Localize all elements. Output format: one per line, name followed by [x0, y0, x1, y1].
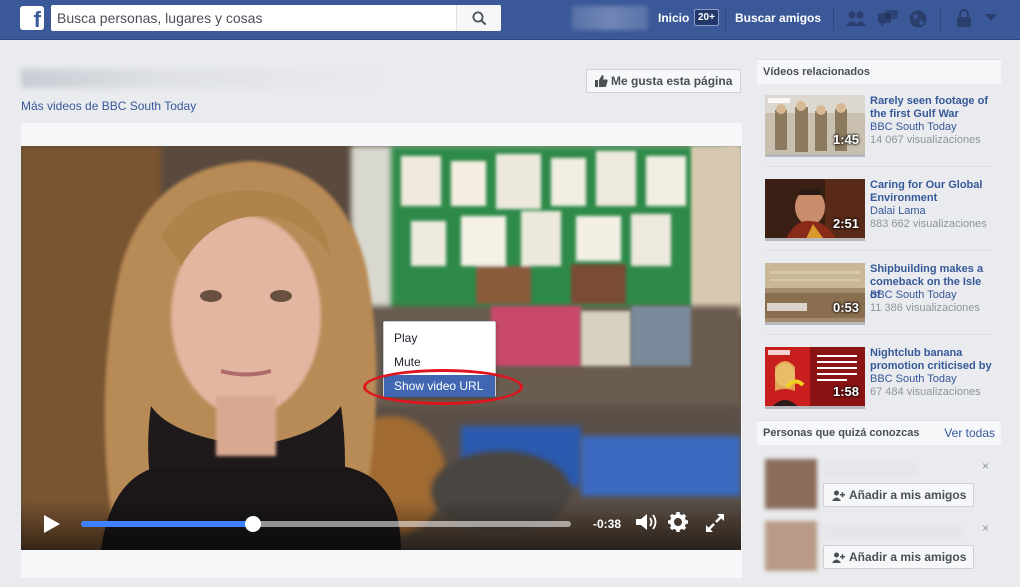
volume-icon[interactable] [635, 512, 659, 532]
nav-divider [833, 8, 834, 30]
divider [765, 250, 993, 251]
search-box [51, 5, 501, 31]
video-duration: 0:53 [832, 300, 859, 315]
top-navigation-bar: f Inicio 20+ Buscar amigos [0, 0, 1020, 40]
add-friend-label: Añadir a mis amigos [849, 550, 967, 564]
related-video-views: 14 067 visualizaciones [870, 134, 981, 146]
see-all-link[interactable]: Ver todas [944, 426, 995, 440]
menu-item-mute[interactable]: Mute [384, 351, 495, 373]
related-video-channel[interactable]: BBC South Today [870, 373, 957, 385]
nav-find-friends-link[interactable]: Buscar amigos [735, 11, 821, 25]
nav-divider [725, 8, 726, 30]
video-thumbnail[interactable]: 1:58 [765, 347, 865, 409]
add-friend-label: Añadir a mis amigos [849, 488, 967, 502]
related-video-item[interactable]: 2:51 Caring for Our Global Environment D… [765, 179, 993, 241]
related-video-item[interactable]: 0:53 Shipbuilding makes a comeback on th… [765, 263, 993, 325]
search-icon [472, 11, 487, 26]
video-context-menu: Play Mute Show video URL [383, 321, 496, 397]
related-video-channel[interactable]: Dalai Lama [870, 205, 926, 217]
add-friend-button[interactable]: Añadir a mis amigos [823, 483, 974, 507]
more-videos-link[interactable]: Más videos de BBC South Today [21, 99, 196, 113]
add-friend-icon [832, 490, 845, 501]
progress-fill [81, 521, 253, 527]
like-page-label: Me gusta esta página [611, 74, 733, 88]
close-icon[interactable]: × [982, 459, 989, 473]
video-thumbnail[interactable]: 1:45 [765, 95, 865, 157]
video-frame [21, 146, 741, 550]
suggested-person: Añadir a mis amigos × [765, 521, 995, 573]
privacy-lock-icon[interactable] [955, 9, 973, 29]
settings-gear-icon[interactable] [668, 512, 688, 532]
related-video-title[interactable]: Nightclub banana promotion criticised by [870, 347, 993, 373]
related-video-views: 883 662 visualizaciones [870, 218, 987, 230]
related-videos-title: Vídeos relacionados [763, 66, 870, 78]
search-input[interactable] [57, 9, 452, 27]
thumbs-up-icon [595, 75, 608, 87]
like-page-button[interactable]: Me gusta esta página [586, 69, 741, 93]
avatar[interactable] [765, 521, 817, 571]
fullscreen-icon[interactable] [705, 513, 725, 533]
progress-scrubber-handle[interactable] [244, 516, 261, 532]
person-name-blurred[interactable] [823, 463, 918, 477]
close-icon[interactable]: × [982, 521, 989, 535]
add-friend-button[interactable]: Añadir a mis amigos [823, 545, 974, 569]
home-count-badge: 20+ [694, 9, 719, 26]
divider [765, 166, 993, 167]
related-video-item[interactable]: 1:58 Nightclub banana promotion criticis… [765, 347, 993, 409]
messages-icon[interactable] [876, 9, 900, 31]
avatar[interactable] [765, 459, 817, 509]
related-video-channel[interactable]: BBC South Today [870, 121, 957, 133]
people-you-may-know-title: Personas que quizá conozcas [763, 427, 920, 439]
related-video-channel[interactable]: BBC South Today [870, 289, 957, 301]
add-friend-icon [832, 552, 845, 563]
menu-item-play[interactable]: Play [384, 327, 495, 349]
person-name-blurred[interactable] [823, 525, 963, 539]
search-button[interactable] [456, 5, 501, 31]
profile-name-blurred[interactable] [572, 6, 648, 30]
related-video-item[interactable]: 1:45 Rarely seen footage of the first Gu… [765, 95, 993, 157]
account-menu-chevron-icon[interactable] [985, 14, 997, 22]
video-player[interactable]: -0:38 [21, 146, 741, 550]
video-duration: 1:45 [832, 132, 859, 147]
nav-home-link[interactable]: Inicio [658, 11, 689, 25]
notifications-globe-icon[interactable] [908, 9, 928, 29]
related-video-title[interactable]: Caring for Our Global Environment [870, 179, 993, 205]
people-you-may-know-header: Personas que quizá conozcas Ver todas [757, 420, 1001, 445]
friend-requests-icon[interactable] [845, 9, 867, 29]
nav-divider [940, 8, 941, 30]
related-video-views: 11 386 visualizaciones [870, 302, 980, 314]
video-thumbnail[interactable]: 0:53 [765, 263, 865, 325]
facebook-logo-icon[interactable]: f [20, 6, 44, 30]
play-icon[interactable] [43, 514, 61, 534]
video-thumbnail[interactable]: 2:51 [765, 179, 865, 241]
page-title-blurred [21, 69, 375, 88]
related-video-title[interactable]: Rarely seen footage of the first Gulf Wa… [870, 95, 993, 121]
video-duration: 2:51 [832, 216, 859, 231]
related-videos-header: Vídeos relacionados [757, 59, 1001, 84]
video-duration: 1:58 [832, 384, 859, 399]
divider [765, 334, 993, 335]
time-remaining: -0:38 [593, 517, 622, 531]
related-video-views: 67 484 visualizaciones [870, 386, 981, 398]
progress-track[interactable] [81, 516, 571, 532]
menu-item-show-video-url[interactable]: Show video URL [384, 375, 495, 397]
suggested-person: Añadir a mis amigos × [765, 459, 995, 511]
